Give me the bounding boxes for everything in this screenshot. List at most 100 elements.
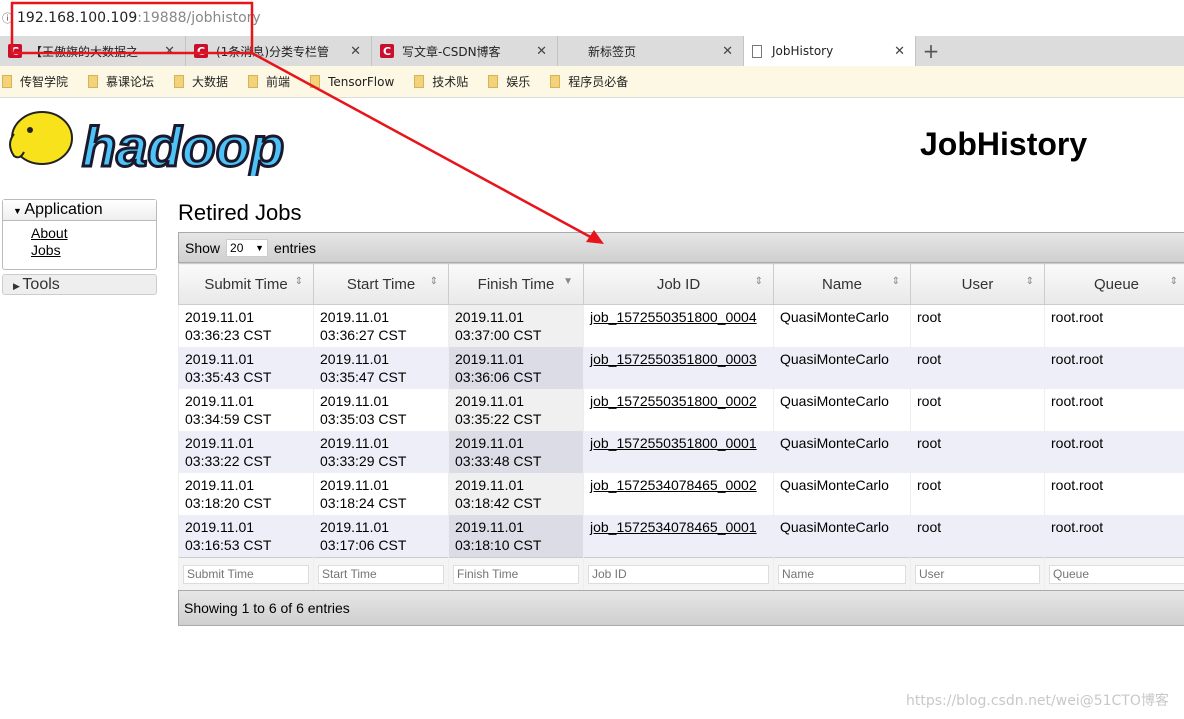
table-cell: root: [910, 347, 1045, 389]
bookmark-item[interactable]: 大数据: [172, 73, 228, 90]
table-cell: 2019.11.01 03:37:00 CST: [448, 304, 584, 347]
url-host: 192.168.100.109: [17, 10, 138, 26]
browser-tab[interactable]: 新标签页 ✕: [558, 36, 744, 66]
url-path: :19888/jobhistory: [137, 10, 261, 26]
nav-application[interactable]: ▼ Application: [3, 200, 156, 221]
table-cell: QuasiMonteCarlo: [773, 304, 911, 347]
browser-tab[interactable]: C (1条消息)分类专栏管 ✕: [186, 36, 372, 66]
table-row: 2019.11.01 03:16:53 CST 2019.11.01 03:17:…: [178, 515, 1184, 558]
nav-tools[interactable]: ▶ Tools: [2, 274, 157, 295]
tab-title: 写文章-CSDN博客: [402, 44, 501, 59]
tab-title: JobHistory: [772, 44, 834, 58]
table-cell: QuasiMonteCarlo: [773, 347, 911, 389]
column-filter-input[interactable]: [1049, 564, 1184, 584]
column-filter-input[interactable]: [318, 564, 444, 584]
table-cell: job_1572550351800_0002: [583, 389, 774, 431]
folder-icon: [174, 75, 185, 88]
jobs-table-wrapper: Show 20 ▼ entries Submit Time ⇕ Start Time ⇕…: [178, 232, 1184, 626]
close-icon[interactable]: ✕: [164, 44, 175, 59]
column-header[interactable]: Job ID ⇕: [583, 263, 774, 305]
table-cell: job_1572550351800_0001: [583, 431, 774, 473]
bookmark-item[interactable]: 娱乐: [486, 73, 530, 90]
new-tab-button[interactable]: +: [916, 36, 946, 66]
svg-text:hadoop: hadoop: [82, 115, 284, 176]
table-row: 2019.11.01 03:36:23 CST 2019.11.01 03:36:…: [178, 304, 1184, 347]
table-cell: QuasiMonteCarlo: [773, 515, 911, 558]
bookmark-item[interactable]: 程序员必备: [548, 73, 628, 90]
sort-icon: ⇕: [754, 276, 763, 287]
tab-title: (1条消息)分类专栏管: [216, 44, 329, 59]
column-header[interactable]: Queue ⇕: [1044, 263, 1184, 305]
table-cell: 2019.11.01 03:18:42 CST: [448, 473, 584, 515]
dropdown-arrow-icon: ▼: [255, 242, 265, 253]
browser-tab[interactable]: JobHistory ✕: [744, 36, 916, 66]
table-cell: 2019.11.01 03:36:06 CST: [448, 347, 584, 389]
table-cell: root.root: [1044, 473, 1184, 515]
sort-desc-icon: ▼: [563, 276, 573, 287]
section-title: Retired Jobs: [178, 200, 302, 225]
folder-icon: [248, 75, 259, 88]
table-cell: 2019.11.01 03:35:22 CST: [448, 389, 584, 431]
column-header[interactable]: Submit Time ⇕: [178, 263, 314, 305]
table-cell: root.root: [1044, 431, 1184, 473]
show-label: Show: [185, 239, 221, 256]
table-cell: root: [910, 473, 1045, 515]
csdn-icon: C: [194, 44, 208, 58]
job-id-link[interactable]: job_1572550351800_0003: [590, 351, 757, 367]
job-id-link[interactable]: job_1572534078465_0001: [590, 519, 757, 535]
column-header[interactable]: Start Time ⇕: [313, 263, 449, 305]
table-cell: 2019.11.01 03:17:06 CST: [313, 515, 449, 558]
folder-icon: [310, 75, 321, 88]
table-cell: root.root: [1044, 347, 1184, 389]
bookmark-item[interactable]: 技术贴: [412, 73, 468, 90]
browser-tab[interactable]: C 【王傲旗的大数据之 ✕: [0, 36, 186, 66]
column-filter-input[interactable]: [588, 564, 769, 584]
browser-tab[interactable]: C 写文章-CSDN博客 ✕: [372, 36, 558, 66]
close-icon[interactable]: ✕: [894, 44, 905, 59]
job-id-link[interactable]: job_1572550351800_0001: [590, 435, 757, 451]
table-cell: 2019.11.01 03:35:47 CST: [313, 347, 449, 389]
column-filter-input[interactable]: [183, 564, 309, 584]
entries-label: entries: [274, 239, 317, 256]
tab-bar: C 【王傲旗的大数据之 ✕ C (1条消息)分类专栏管 ✕ C 写文章-CSDN博客 ✕ 新标签页…: [0, 36, 1184, 66]
nav-about-link[interactable]: About: [31, 225, 156, 242]
bookmark-item[interactable]: 传智学院: [0, 73, 68, 90]
table-cell: QuasiMonteCarlo: [773, 389, 911, 431]
table-cell: 2019.11.01 03:35:43 CST: [178, 347, 314, 389]
table-cell: root: [910, 304, 1045, 347]
close-icon[interactable]: ✕: [722, 44, 733, 59]
folder-icon: [550, 75, 561, 88]
table-cell: 2019.11.01 03:18:24 CST: [313, 473, 449, 515]
info-icon[interactable]: ⓘ: [2, 10, 13, 26]
column-header[interactable]: User ⇕: [910, 263, 1045, 305]
sort-icon: ⇕: [1169, 276, 1178, 287]
address-bar[interactable]: ⓘ 192.168.100.109:19888/jobhistory: [0, 0, 1184, 36]
column-header[interactable]: Finish Time ▼: [448, 263, 584, 305]
sort-icon: ⇕: [891, 276, 900, 287]
job-id-link[interactable]: job_1572550351800_0002: [590, 393, 757, 409]
close-icon[interactable]: ✕: [536, 44, 547, 59]
page-size-select[interactable]: 20 ▼: [226, 238, 269, 257]
job-id-link[interactable]: job_1572550351800_0004: [590, 309, 757, 325]
column-filter-input[interactable]: [915, 564, 1040, 584]
folder-icon: [2, 75, 12, 88]
folder-icon: [488, 75, 499, 88]
table-cell: job_1572550351800_0004: [583, 304, 774, 347]
bookmark-item[interactable]: TensorFlow: [308, 75, 394, 89]
csdn-icon: C: [8, 44, 22, 58]
bookmark-item[interactable]: 慕课论坛: [86, 73, 154, 90]
table-cell: root.root: [1044, 304, 1184, 347]
nav-jobs-link[interactable]: Jobs: [31, 242, 156, 259]
close-icon[interactable]: ✕: [350, 44, 361, 59]
job-id-link[interactable]: job_1572534078465_0002: [590, 477, 757, 493]
hadoop-logo: hadoop: [4, 104, 299, 180]
column-header[interactable]: Name ⇕: [773, 263, 911, 305]
column-filter-input[interactable]: [453, 564, 579, 584]
table-row: 2019.11.01 03:18:20 CST 2019.11.01 03:18:…: [178, 473, 1184, 515]
table-cell: 2019.11.01 03:34:59 CST: [178, 389, 314, 431]
sort-icon: ⇕: [429, 276, 438, 287]
bookmark-item[interactable]: 前端: [246, 73, 290, 90]
table-cell: root: [910, 431, 1045, 473]
table-cell: QuasiMonteCarlo: [773, 431, 911, 473]
column-filter-input[interactable]: [778, 564, 906, 584]
